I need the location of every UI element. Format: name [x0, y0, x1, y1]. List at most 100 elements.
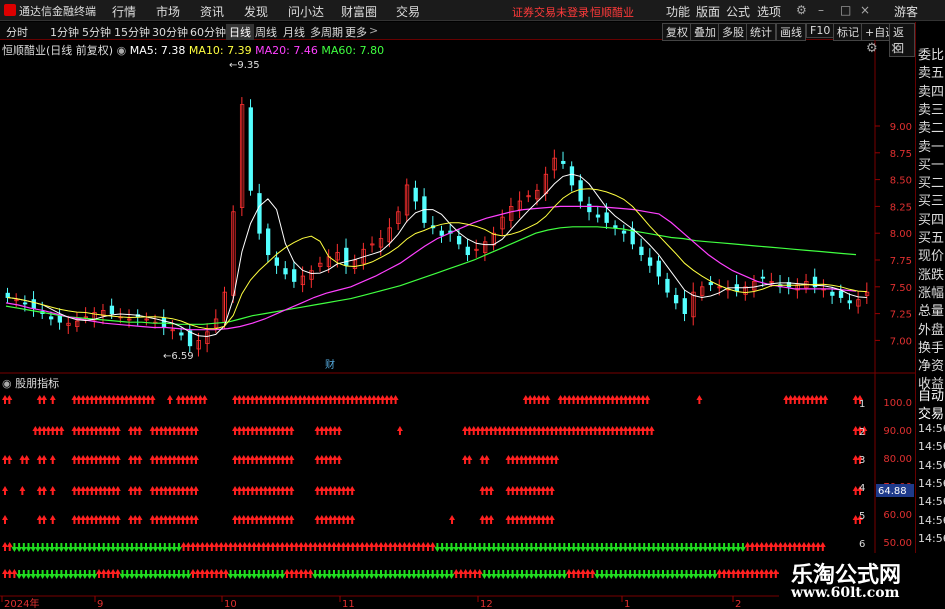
indicator-row-label: 4 — [859, 483, 865, 494]
candle — [656, 255, 661, 285]
period-60min[interactable]: 60分钟 — [190, 24, 226, 40]
ma10-label: MA10: 7.39 — [188, 44, 252, 57]
tool-f10[interactable]: F10 — [806, 23, 835, 38]
login-warning[interactable]: 证券交易未登录 — [512, 4, 589, 20]
axes: 9.00 8.75 8.50 8.25 8.00 7.75 7.50 7.25 7.00 ←9.3… — [1, 60, 914, 609]
quote-field-label: 14:56 — [918, 531, 945, 545]
guest-button[interactable]: 游客 — [894, 3, 918, 20]
period-15min[interactable]: 15分钟 — [114, 24, 150, 40]
quote-field-label: 委比 — [918, 48, 945, 63]
candle — [344, 238, 349, 274]
quote-field-label: 14:56 — [918, 440, 945, 454]
maximize-icon[interactable]: □ — [840, 3, 851, 17]
period-more[interactable]: 更多 — [345, 24, 367, 40]
tool-draw[interactable]: 画线 — [776, 23, 806, 41]
candle — [422, 188, 427, 228]
title-bar: 通达信金融终端 行情 市场 资讯 发现 问小达 财富圈 交易 证券交易未登录 恒… — [0, 0, 945, 21]
menu-options[interactable]: 选项 — [757, 3, 781, 20]
candle — [682, 290, 687, 322]
candle — [396, 206, 401, 230]
candle — [239, 97, 245, 217]
candle — [673, 287, 679, 310]
date-tick-label: 2024年 — [4, 597, 39, 609]
indicator-row-label: 5 — [859, 511, 865, 522]
candle — [257, 183, 262, 240]
quote-field-label: 买二 — [918, 176, 945, 192]
close-icon[interactable]: × — [860, 3, 870, 17]
quote-panel: 委比 卖五 卖四 卖三 卖二 卖一 买一 买二 买三 买四 买五 现价 涨跌 涨幅 总量 外盘 换手 净资 收益 自动… — [915, 22, 945, 609]
close-icon[interactable]: × — [890, 41, 901, 56]
menu-quotes[interactable]: 行情 — [112, 3, 136, 20]
candle — [734, 275, 740, 297]
ma20-line — [5, 205, 857, 331]
period-multi[interactable]: 多周期 — [310, 24, 343, 40]
candle — [491, 226, 496, 251]
indicator-toggle-icon[interactable]: ◉ — [2, 377, 12, 390]
candle — [743, 281, 748, 301]
tool-stats[interactable]: 统计 — [746, 23, 776, 41]
indicator-row — [2, 455, 863, 464]
quote-field-label[interactable]: 交易 — [918, 403, 944, 422]
candle — [352, 254, 358, 274]
quote-field-label: 买五 — [918, 231, 945, 246]
period-daily[interactable]: 日线 — [226, 24, 254, 40]
date-tick-label: 12 — [480, 599, 493, 609]
settings-icon[interactable]: ⚙ — [796, 3, 807, 17]
tool-adjust[interactable]: 复权 — [662, 23, 692, 41]
event-mark[interactable]: 财 — [325, 358, 335, 371]
menu-wealth[interactable]: 财富圈 — [341, 3, 377, 20]
period-5min[interactable]: 5分钟 — [82, 24, 111, 40]
candle — [569, 161, 575, 192]
chevron-right-icon[interactable]: > — [369, 24, 378, 37]
tool-multistock[interactable]: 多股 — [718, 23, 748, 41]
candle — [439, 225, 444, 243]
price-tick-label: 7.50 — [890, 283, 912, 294]
period-monthly[interactable]: 月线 — [283, 24, 305, 40]
quote-field-label: 14:56 — [918, 495, 945, 509]
candle — [248, 99, 253, 196]
period-weekly[interactable]: 周线 — [255, 24, 277, 40]
menu-xiaoda[interactable]: 问小达 — [288, 3, 324, 20]
kline-chart[interactable]: 9.00 8.75 8.50 8.25 8.00 7.75 7.50 7.25 7.00 ←9.3… — [0, 40, 915, 609]
quote-field-label: 涨跌 — [918, 267, 945, 283]
candle — [864, 282, 870, 304]
indicator-current-value: 64.88 — [876, 484, 914, 497]
period-30min[interactable]: 30分钟 — [152, 24, 188, 40]
indicator-title: ◉ 股朋指标 — [2, 377, 60, 390]
quote-field-label: 换手 — [918, 340, 945, 356]
tool-overlay[interactable]: 叠加 — [690, 23, 720, 41]
price-tick-label: 9.00 — [890, 122, 912, 133]
indicator-row-label: 3 — [859, 455, 865, 466]
menu-layout[interactable]: 版面 — [696, 3, 720, 20]
candle — [318, 256, 323, 272]
menu-functions[interactable]: 功能 — [666, 3, 690, 20]
candle — [66, 315, 71, 334]
candle — [578, 174, 583, 209]
indicator-axis-label: 50.00 — [883, 538, 912, 549]
quote-field-label: 净资 — [918, 359, 945, 375]
ma60-line — [5, 226, 857, 325]
menu-formula[interactable]: 公式 — [726, 3, 750, 20]
gear-icon[interactable]: ⚙ — [866, 41, 878, 56]
ma10-line — [7, 188, 867, 330]
ma5-label: MA5: 7.38 — [129, 44, 186, 57]
candle — [265, 223, 271, 263]
tool-mark[interactable]: 标记 — [833, 23, 863, 41]
chart-toggle-icon[interactable]: ◉ — [117, 44, 127, 57]
period-tick[interactable]: 分时 — [6, 24, 28, 40]
menu-discover[interactable]: 发现 — [244, 3, 268, 20]
ma-lines — [5, 173, 867, 338]
candle — [196, 332, 201, 357]
candle — [92, 307, 97, 328]
menu-market[interactable]: 市场 — [156, 3, 180, 20]
menu-trade[interactable]: 交易 — [396, 3, 420, 20]
candle — [161, 309, 167, 336]
minimize-icon[interactable]: – — [818, 3, 824, 17]
indicator-row-label: 6 — [859, 539, 865, 550]
chart-info-line: 恒顺醋业(日线 前复权) ◉ MA5: 7.38 MA10: 7.39 MA20… — [2, 42, 384, 58]
period-1min[interactable]: 1分钟 — [50, 24, 79, 40]
menu-news[interactable]: 资讯 — [200, 3, 224, 20]
candle — [587, 196, 592, 221]
quote-field-label: 现价 — [918, 249, 945, 265]
quote-field-label[interactable]: 自动 — [918, 385, 944, 404]
